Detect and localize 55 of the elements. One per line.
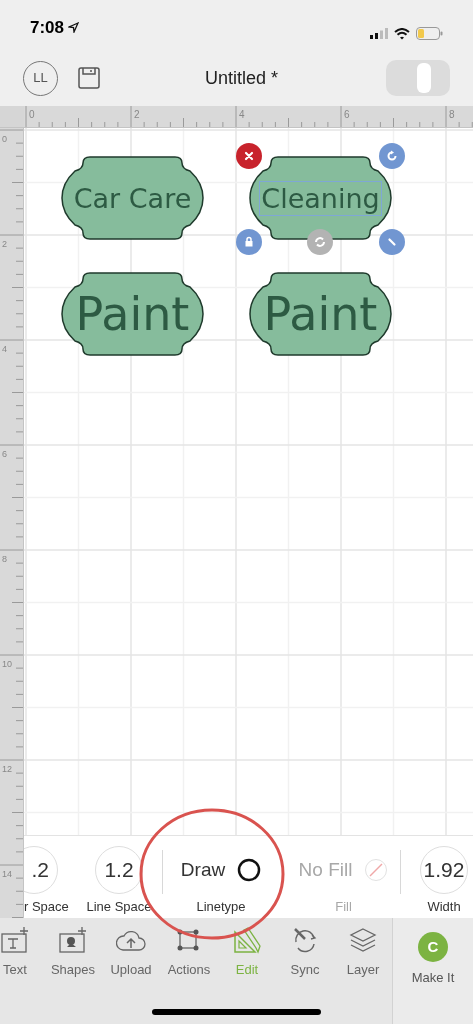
ruler-label: 10 bbox=[1, 658, 13, 670]
text-add-icon bbox=[0, 926, 30, 954]
ruler-label: 14 bbox=[1, 868, 13, 880]
rotate-icon bbox=[385, 149, 399, 163]
toolbar-button[interactable]: Shapes bbox=[44, 926, 102, 1024]
linetype-button[interactable]: Draw bbox=[180, 846, 262, 894]
wifi-icon bbox=[394, 27, 410, 40]
flip-icon bbox=[313, 235, 327, 249]
label-text: Paint bbox=[75, 291, 190, 337]
battery-icon bbox=[416, 27, 443, 40]
ruler-label: 0 bbox=[29, 108, 35, 122]
label-plaque[interactable] bbox=[248, 271, 393, 357]
close-icon bbox=[242, 149, 256, 163]
label-text: Paint bbox=[263, 291, 378, 337]
document-title: Untitled * bbox=[205, 66, 279, 90]
status-time: 7:08 bbox=[30, 16, 65, 39]
ruler-label: 4 bbox=[1, 343, 8, 355]
ruler-label: 0 bbox=[1, 133, 8, 145]
ruler-label: 8 bbox=[449, 108, 455, 122]
label-plaque[interactable] bbox=[60, 271, 205, 357]
layers-icon bbox=[348, 926, 378, 954]
ruler-label: 8 bbox=[1, 553, 8, 565]
label-plaque[interactable] bbox=[60, 155, 205, 241]
signal-icon bbox=[370, 28, 388, 39]
resize-icon bbox=[385, 235, 399, 249]
toolbar-button[interactable]: Layer bbox=[334, 926, 392, 1024]
location-arrow-icon bbox=[68, 21, 80, 33]
label-text: Car Care bbox=[73, 184, 192, 212]
resize-handle[interactable] bbox=[379, 229, 405, 255]
view-toggle[interactable] bbox=[386, 60, 450, 96]
shapes-add-icon bbox=[58, 926, 88, 954]
lock-button[interactable] bbox=[236, 229, 262, 255]
circle-icon bbox=[237, 858, 262, 882]
property-label: Fill bbox=[335, 898, 352, 916]
ruler-label: 6 bbox=[344, 108, 350, 122]
ruler-label: 6 bbox=[1, 448, 8, 460]
delete-button[interactable] bbox=[236, 143, 262, 169]
save-icon[interactable] bbox=[78, 67, 100, 89]
property-label: Width bbox=[427, 898, 461, 916]
label-plaque[interactable] bbox=[248, 155, 393, 241]
property-label: Line Space bbox=[86, 898, 152, 916]
ruler-label: 4 bbox=[239, 108, 245, 122]
ruler-label: 2 bbox=[134, 108, 140, 122]
flip-handle[interactable] bbox=[307, 229, 333, 255]
ruler-label: 2 bbox=[1, 238, 8, 250]
toolbar-button[interactable]: Sync bbox=[276, 926, 334, 1024]
property-label: r Space bbox=[24, 898, 69, 916]
label-text: Cleaning bbox=[259, 180, 382, 216]
ruler-label: 12 bbox=[1, 763, 13, 775]
toolbar-button[interactable]: Text bbox=[0, 926, 44, 1024]
make-it-icon: C bbox=[418, 932, 448, 962]
toolbar-button[interactable]: Upload bbox=[102, 926, 160, 1024]
rotate-handle[interactable] bbox=[379, 143, 405, 169]
property-label: Linetype bbox=[196, 898, 246, 916]
no-fill-icon bbox=[364, 858, 389, 882]
